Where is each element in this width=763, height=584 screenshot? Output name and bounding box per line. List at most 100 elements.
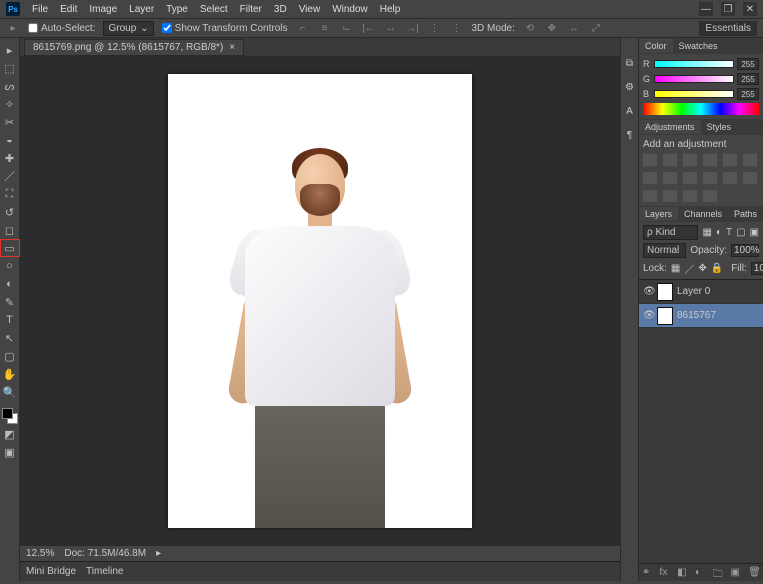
character-panel-icon[interactable]: A	[623, 104, 637, 118]
tab-layers[interactable]: Layers	[639, 207, 678, 221]
lock-all-icon[interactable]: 🔒	[711, 263, 723, 274]
status-arrow-icon[interactable]: ▸	[156, 548, 161, 559]
menu-image[interactable]: Image	[89, 4, 117, 15]
filter-shape-icon[interactable]: ▢	[736, 227, 745, 238]
layer-name[interactable]: Layer 0	[677, 286, 710, 297]
adj-invert-icon[interactable]	[743, 172, 757, 184]
blue-slider[interactable]	[654, 90, 734, 98]
menu-help[interactable]: Help	[380, 4, 401, 15]
adj-channelmixer-icon[interactable]	[703, 172, 717, 184]
filter-adj-icon[interactable]: ◐	[716, 227, 722, 238]
3d-pan-icon[interactable]: ✥	[545, 21, 559, 35]
adj-colorbalance-icon[interactable]	[643, 172, 657, 184]
tab-timeline[interactable]: Timeline	[86, 566, 123, 577]
3d-scale-icon[interactable]: ⤢	[589, 21, 603, 35]
tab-swatches[interactable]: Swatches	[673, 39, 724, 53]
new-group-icon[interactable]: 🗀	[713, 567, 725, 579]
adj-bw-icon[interactable]	[663, 172, 677, 184]
screen-mode-tool[interactable]: ▣	[1, 444, 19, 460]
distribute-bottom-icon[interactable]: ⋮	[450, 21, 464, 35]
delete-layer-icon[interactable]: 🗑	[748, 567, 760, 579]
color-spectrum[interactable]	[643, 103, 759, 115]
adj-curves-icon[interactable]	[683, 154, 697, 166]
filter-type-icon[interactable]: T	[726, 227, 732, 238]
adj-levels-icon[interactable]	[663, 154, 677, 166]
layer-thumbnail[interactable]	[657, 307, 673, 325]
workspace-switcher[interactable]: Essentials	[699, 21, 757, 36]
new-layer-icon[interactable]: ▣	[730, 567, 742, 579]
tab-paths[interactable]: Paths	[728, 207, 763, 221]
blue-value-input[interactable]: 255	[737, 88, 759, 100]
paragraph-panel-icon[interactable]: ¶	[623, 128, 637, 142]
layer-style-icon[interactable]: fx	[660, 567, 672, 579]
window-minimize-icon[interactable]: —	[699, 2, 713, 16]
zoom-tool[interactable]: 🔍	[1, 384, 19, 400]
menu-view[interactable]: View	[299, 4, 321, 15]
adj-threshold-icon[interactable]	[663, 190, 677, 202]
gradient-tool[interactable]: ▭	[1, 240, 19, 256]
zoom-level[interactable]: 12.5%	[26, 548, 54, 559]
adj-posterize-icon[interactable]	[643, 190, 657, 202]
path-select-tool[interactable]: ↖	[1, 330, 19, 346]
canvas-viewport[interactable]	[20, 56, 620, 545]
red-slider[interactable]	[654, 60, 734, 68]
tab-adjustments[interactable]: Adjustments	[639, 120, 701, 134]
menu-select[interactable]: Select	[200, 4, 228, 15]
auto-select-checkbox[interactable]: Auto-Select:	[28, 23, 95, 34]
link-layers-icon[interactable]: ⚭	[642, 567, 654, 579]
document-tab[interactable]: 8615769.png @ 12.5% (8615767, RGB/8*) ×	[24, 39, 244, 56]
history-brush-tool[interactable]: ↺	[1, 204, 19, 220]
filter-smart-icon[interactable]: ▣	[750, 227, 759, 238]
eyedropper-tool[interactable]: ◒	[1, 132, 19, 148]
align-right-icon[interactable]: →|	[406, 21, 420, 35]
align-left-icon[interactable]: |←	[362, 21, 376, 35]
filter-pixel-icon[interactable]: ▦	[702, 227, 711, 238]
color-swatches[interactable]	[2, 408, 18, 424]
layer-thumbnail[interactable]	[657, 283, 673, 301]
layer-mask-icon[interactable]: ◧	[677, 567, 689, 579]
stamp-tool[interactable]: ⛶	[1, 186, 19, 202]
layer-filter-kind[interactable]: ρ Kind	[643, 225, 698, 240]
type-tool[interactable]: T	[1, 312, 19, 328]
adj-gradientmap-icon[interactable]	[683, 190, 697, 202]
shape-tool[interactable]: ▢	[1, 348, 19, 364]
window-close-icon[interactable]: ✕	[743, 2, 757, 16]
layer-row[interactable]: 👁 Layer 0	[639, 280, 763, 304]
lock-transparent-icon[interactable]: ▦	[671, 263, 680, 274]
align-bottom-icon[interactable]: ⌙	[340, 21, 354, 35]
menu-file[interactable]: File	[32, 4, 48, 15]
green-slider[interactable]	[654, 75, 734, 83]
opacity-input[interactable]: 100%	[731, 244, 759, 257]
adj-exposure-icon[interactable]	[703, 154, 717, 166]
blend-mode-select[interactable]: Normal	[643, 243, 686, 258]
align-vcenter-icon[interactable]: ≡	[318, 21, 332, 35]
hand-tool[interactable]: ✋	[1, 366, 19, 382]
adj-colorlookup-icon[interactable]	[723, 172, 737, 184]
crop-tool[interactable]: ✂	[1, 114, 19, 130]
layer-name[interactable]: 8615767	[677, 310, 716, 321]
tab-mini-bridge[interactable]: Mini Bridge	[26, 566, 76, 577]
properties-panel-icon[interactable]: ⚙	[623, 80, 637, 94]
brush-tool[interactable]: ／	[1, 168, 19, 184]
menu-filter[interactable]: Filter	[240, 4, 262, 15]
show-transform-checkbox[interactable]: Show Transform Controls	[162, 23, 288, 34]
magic-wand-tool[interactable]: ✧	[1, 96, 19, 112]
close-tab-icon[interactable]: ×	[229, 42, 235, 53]
window-restore-icon[interactable]: ❐	[721, 2, 735, 16]
visibility-toggle-icon[interactable]: 👁	[643, 286, 653, 297]
auto-select-mode-select[interactable]: Group ⌄	[103, 21, 153, 36]
tab-styles[interactable]: Styles	[701, 120, 738, 134]
tab-channels[interactable]: Channels	[678, 207, 728, 221]
tab-color[interactable]: Color	[639, 39, 673, 53]
adj-photofilter-icon[interactable]	[683, 172, 697, 184]
visibility-toggle-icon[interactable]: 👁	[643, 310, 653, 321]
menu-type[interactable]: Type	[166, 4, 188, 15]
red-value-input[interactable]: 255	[737, 58, 759, 70]
dodge-tool[interactable]: ◐	[1, 276, 19, 292]
document-info[interactable]: Doc: 71.5M/46.8M	[64, 548, 146, 559]
history-panel-icon[interactable]: ⧉	[623, 56, 637, 70]
lock-pixels-icon[interactable]: ／	[684, 261, 694, 276]
marquee-tool[interactable]: ⬚	[1, 60, 19, 76]
quick-mask-tool[interactable]: ◩	[1, 426, 19, 442]
lasso-tool[interactable]: ᔕ	[1, 78, 19, 94]
